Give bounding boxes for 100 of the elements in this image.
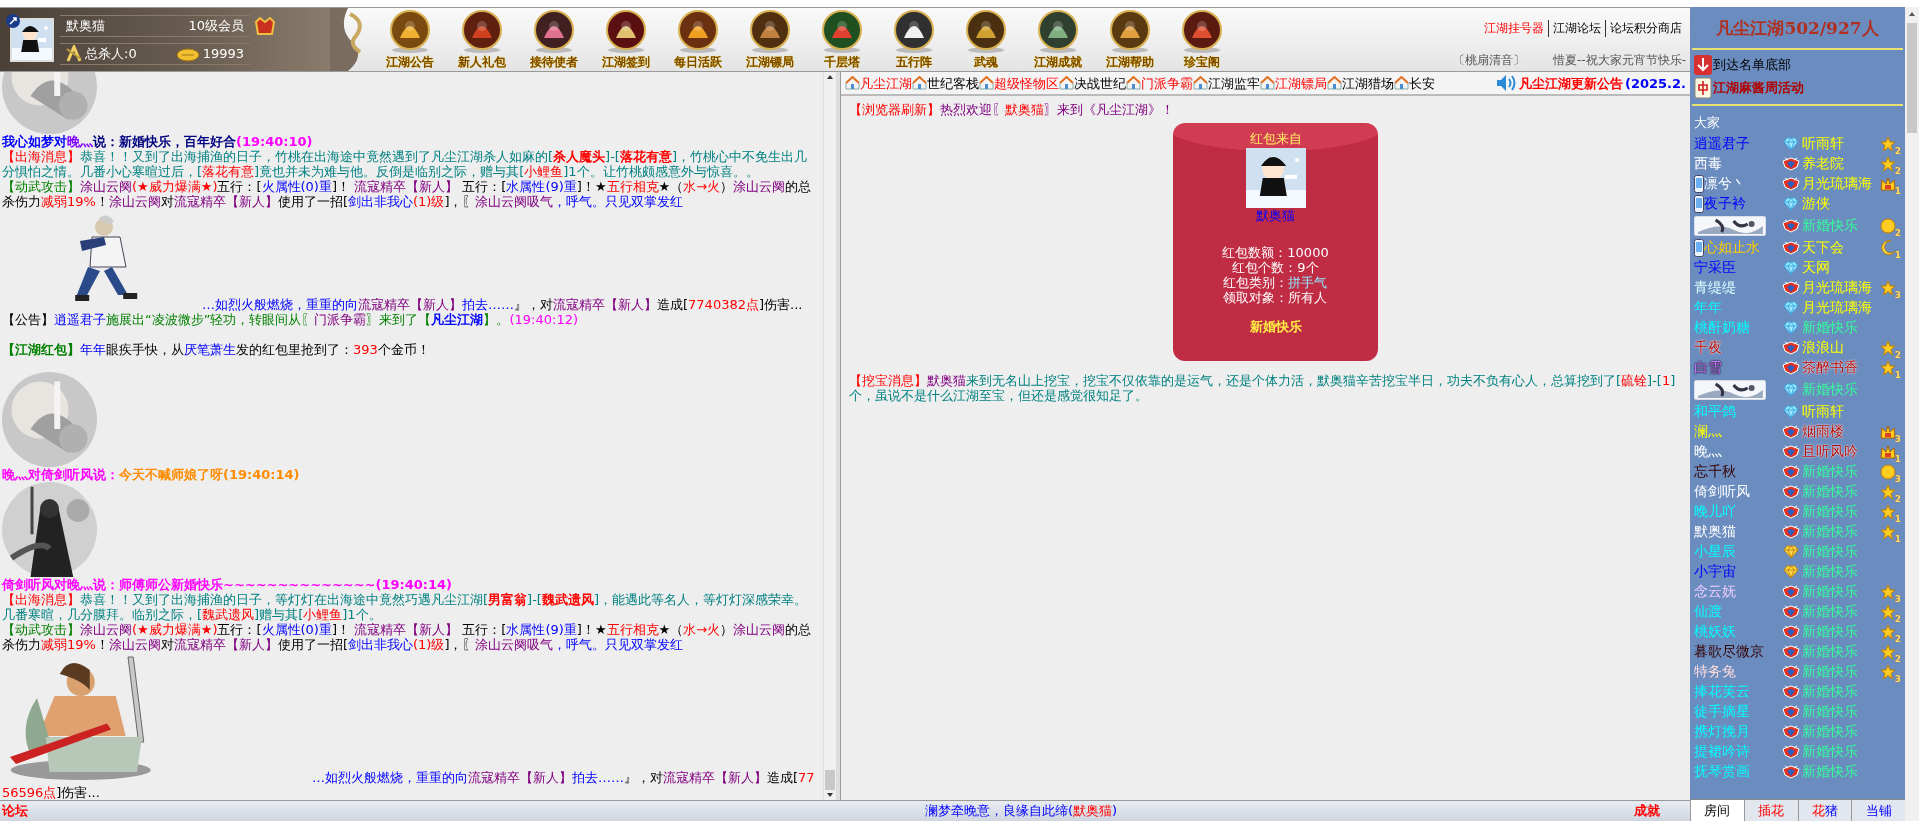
team-name: 新婚快乐 [1802,623,1859,641]
top-link[interactable]: 江湖挂号器 [1480,20,1548,37]
user-link[interactable]: 晚灬 [1694,443,1722,461]
user-link[interactable]: 西毒 [1694,155,1722,173]
user-link[interactable]: 抚琴赏画 [1694,763,1750,781]
room-link[interactable]: 江湖镖局 [1260,75,1327,91]
badge-count: 2 [1894,494,1901,504]
roster-tab[interactable]: 房间 [1690,800,1744,821]
user-link[interactable]: 晚儿吖 [1694,503,1736,521]
menu-button[interactable]: 接待使者 [522,8,586,71]
user-link[interactable]: 凛兮丶 [1704,175,1746,193]
user-link[interactable]: 和平鸽 [1694,403,1736,421]
ingot-icon [175,45,200,62]
user-link[interactable]: 捧花芙云 [1694,683,1750,701]
user-link[interactable]: 念云妩 [1694,583,1736,601]
envelope-detail: 红包个数：9个 [1231,260,1320,275]
user-link[interactable]: 小星辰 [1694,543,1736,561]
forum-link[interactable]: 论坛 [2,802,28,820]
user-link[interactable]: 默奥猫 [1694,523,1736,541]
team-name: 月光琉璃海 [1802,175,1873,193]
user-link[interactable]: 仙渡 [1694,603,1722,621]
user-link[interactable]: 夜子衿 [1704,195,1746,213]
team-name: 新婚快乐 [1802,483,1859,501]
user-link[interactable]: 特务兔 [1694,663,1736,681]
user-link[interactable]: 桃酐奶糖 [1694,319,1750,337]
badge-count: 2 [1894,146,1901,156]
user-link[interactable]: 桃妖妖 [1694,623,1736,641]
menu-button[interactable]: 江湖公告 [378,8,442,71]
notice-link[interactable]: 凡尘江湖更新公告(2025.2. [1494,73,1686,93]
roster-tab[interactable]: 插花 [1743,800,1798,821]
menu-button[interactable]: 五行阵 [882,8,946,71]
house-icon [979,76,994,90]
user-link[interactable]: 青缇缇 [1694,279,1736,297]
team-name: 天下会 [1802,239,1845,257]
roster-link[interactable]: 到达名单底部 [1694,55,1901,75]
user-link[interactable]: 携灯挽月 [1694,723,1750,741]
team-name: 新婚快乐 [1802,319,1859,337]
scrolling-notice: 惜夏--祝大家元宵节快乐- [1553,52,1686,69]
user-link[interactable]: 徒手摘星 [1694,703,1750,721]
menu-button[interactable]: 千层塔 [810,8,874,71]
menu-button[interactable]: 江湖镖局 [738,8,802,71]
scroll-thumb[interactable] [825,770,835,790]
user-link[interactable]: 心如止水 [1704,239,1760,257]
room-link[interactable]: 长安 [1394,75,1435,91]
house-icon [1059,76,1074,90]
team-name: 新婚快乐 [1802,763,1859,781]
menu-button[interactable]: 每日活跃 [666,8,730,71]
team-name: 且听风吟 [1802,443,1859,461]
room-link[interactable]: 凡尘江湖 [845,75,912,91]
room-link[interactable]: 江湖监牢 [1193,75,1260,91]
user-link[interactable]: 小宇宙 [1694,563,1736,581]
envelope-detail: 红包类别：拼手气 [1222,275,1329,290]
user-link[interactable]: 倚剑听风 [1694,483,1750,501]
chat-message: 【出海消息】恭喜！！又到了出海捕渔的日子，等灯灯在出海途中竟然巧遇凡尘江湖[男富翁]-[魏武遗风]，能遇此等名人，等灯灯深感荣幸。几番寒暄，几分膜拜。临别之际，[魏武遗风]赠与其[小鲤鱼]1个。 [2,592,808,622]
user-link[interactable]: 提裙吟诗 [1694,743,1750,761]
scroll-thumb[interactable] [1907,23,1917,133]
chat-message: 我心如梦对晚灬说：新婚快乐，百年好合(19:40:10) [2,134,313,149]
team-name: 养老院 [1802,155,1845,173]
badge-count: 2 [1894,350,1901,360]
user-name: 默奥猫 [66,16,105,35]
chat-message: 【动武攻击】涂山云阕(★威力爆满★)五行：[火属性(0)重]！ 流寇精卒【新人】 五行：[水属性(9)重]！★五行相克★（水→火）涂山云阕的总杀伤力减弱19%！涂山云阕对流寇精卒【新人】使用了一招[剑出非我心(1)级]，〖涂山云阕吸气，呼气。只见双掌发红 [2,622,813,652]
roster-tab[interactable]: 花猪 [1797,800,1852,821]
team-name: 天网 [1802,259,1831,277]
chat-message: 【公告】逍遥君子施展出“凌波微步”轻功，转眼间从〖门派争霸〗来到了【凡尘江湖】。(19:40:12) [2,312,579,327]
user-link[interactable]: 宁采臣 [1694,259,1736,277]
menu-button[interactable]: 武魂 [954,8,1018,71]
house-icon [1327,76,1342,90]
team-name: 新婚快乐 [1802,743,1859,761]
room-link[interactable]: 超级怪物区 [979,75,1059,91]
user-link[interactable]: 忘千秋 [1694,463,1736,481]
coin-count: 19993 [202,46,244,61]
room-link[interactable]: 门派争霸 [1126,75,1193,91]
team-name: 新婚快乐 [1802,683,1859,701]
group-label: 大家 [1693,114,1721,132]
roster-link[interactable]: 江湖麻酱周活动 [1694,77,1901,99]
menu-button[interactable]: 江湖签到 [594,8,658,71]
team-name: 新婚快乐 [1802,503,1859,521]
chat-message: 【挖宝消息】默奥猫来到无名山上挖宝，挖宝不仅依靠的是运气，还是个体力活，默奥猫辛苦挖宝半日，功夫不负有心人，总算挖到了[硫铨]-[1]个，虽说不是什么江湖至宝，但还是感觉很知足了。 [849,373,1677,403]
room-link[interactable]: 决战世纪 [1059,75,1126,91]
user-link[interactable]: 逍遥君子 [1694,135,1750,153]
scrollbar[interactable] [823,72,836,800]
room-link[interactable]: 世纪客栈 [912,75,979,91]
menu-button[interactable]: 珍宝阁 [1170,8,1234,71]
achievement-link[interactable]: 成就 [1634,802,1660,820]
roster-tab[interactable]: 当铺 [1851,800,1905,821]
menu-button[interactable]: 江湖成就 [1026,8,1090,71]
badge-count: 3 [1894,474,1901,484]
envelope-detail: 领取对象：所有人 [1222,290,1329,305]
room-link[interactable]: 江湖猎场 [1327,75,1394,91]
top-link[interactable]: 论坛积分商店 [1605,20,1686,37]
badge-count: 2 [1894,166,1901,176]
menu-button[interactable]: 新人礼包 [450,8,514,71]
scrollbar[interactable] [1905,7,1919,821]
badge-count: 1 [1894,514,1901,524]
user-link[interactable]: 暮歌尽微京 [1694,643,1764,661]
top-link[interactable]: 江湖论坛 [1548,20,1605,37]
menu-button[interactable]: 江湖帮助 [1098,8,1162,71]
user-link[interactable]: 千夜 [1694,339,1722,357]
user-link[interactable]: 澜灬 [1694,423,1722,441]
user-link[interactable]: 年年 [1694,299,1722,317]
